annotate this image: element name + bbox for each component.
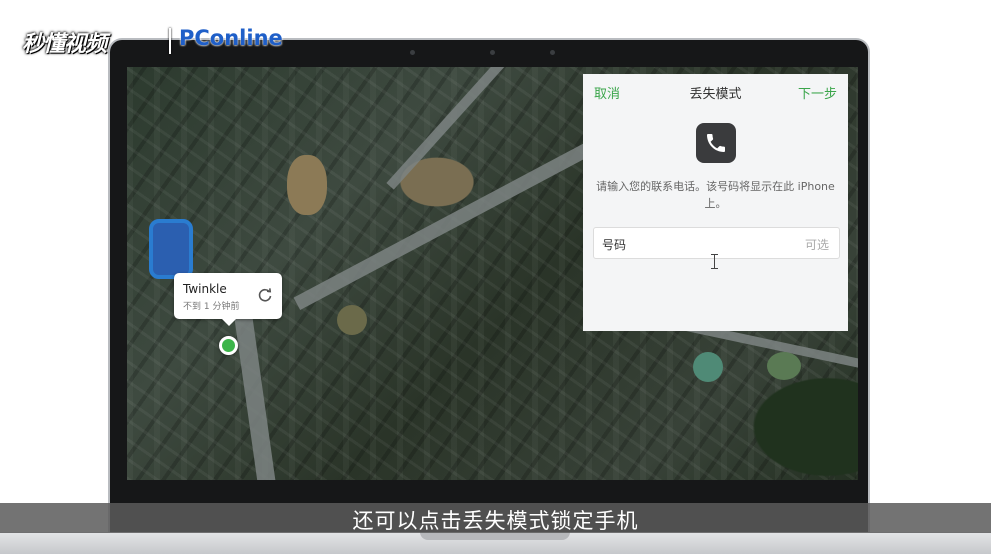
map-feature	[767, 352, 801, 380]
phone-number-input[interactable]	[644, 228, 794, 258]
map-feature	[337, 305, 367, 335]
watermark-left: 秒懂视频	[22, 32, 107, 57]
subtitle-text: 还可以点击丢失模式锁定手机	[352, 509, 639, 533]
map-road	[293, 138, 601, 310]
sports-field	[149, 219, 193, 279]
phone-number-label: 号码	[602, 238, 627, 252]
watermark-divider	[169, 28, 171, 54]
bezel-dot	[550, 50, 555, 55]
device-location-marker[interactable]	[219, 336, 238, 355]
next-button[interactable]: 下一步	[798, 83, 837, 102]
text-cursor-icon	[711, 254, 718, 269]
subtitle-bar: 还可以点击丢失模式锁定手机	[0, 503, 991, 533]
map-feature	[693, 352, 723, 382]
map-road	[386, 67, 528, 190]
optional-hint: 可选	[804, 238, 829, 252]
lost-mode-description: 请输入您的联系电话。该号码将显示在此 iPhone 上。	[596, 180, 835, 210]
map-screen[interactable]: Twinkle 不到 1 分钟前 丢失模式 取消 下一步 请输入您的联系电话。该…	[127, 67, 858, 480]
refresh-icon[interactable]	[256, 286, 274, 304]
cancel-button[interactable]: 取消	[594, 83, 620, 102]
map-road	[234, 316, 278, 480]
device-location-popup[interactable]: Twinkle 不到 1 分钟前	[174, 273, 282, 326]
watermark-right: PConline	[179, 26, 283, 50]
location-time: 不到 1 分钟前	[183, 302, 240, 312]
lost-mode-header: 丢失模式 取消 下一步	[583, 74, 848, 108]
sports-field	[287, 155, 327, 215]
phone-icon	[696, 123, 736, 163]
lost-mode-panel: 丢失模式 取消 下一步 请输入您的联系电话。该号码将显示在此 iPhone 上。…	[583, 74, 848, 331]
camera-icon	[490, 50, 495, 55]
device-name: Twinkle	[183, 282, 227, 296]
bezel-dot	[410, 50, 415, 55]
